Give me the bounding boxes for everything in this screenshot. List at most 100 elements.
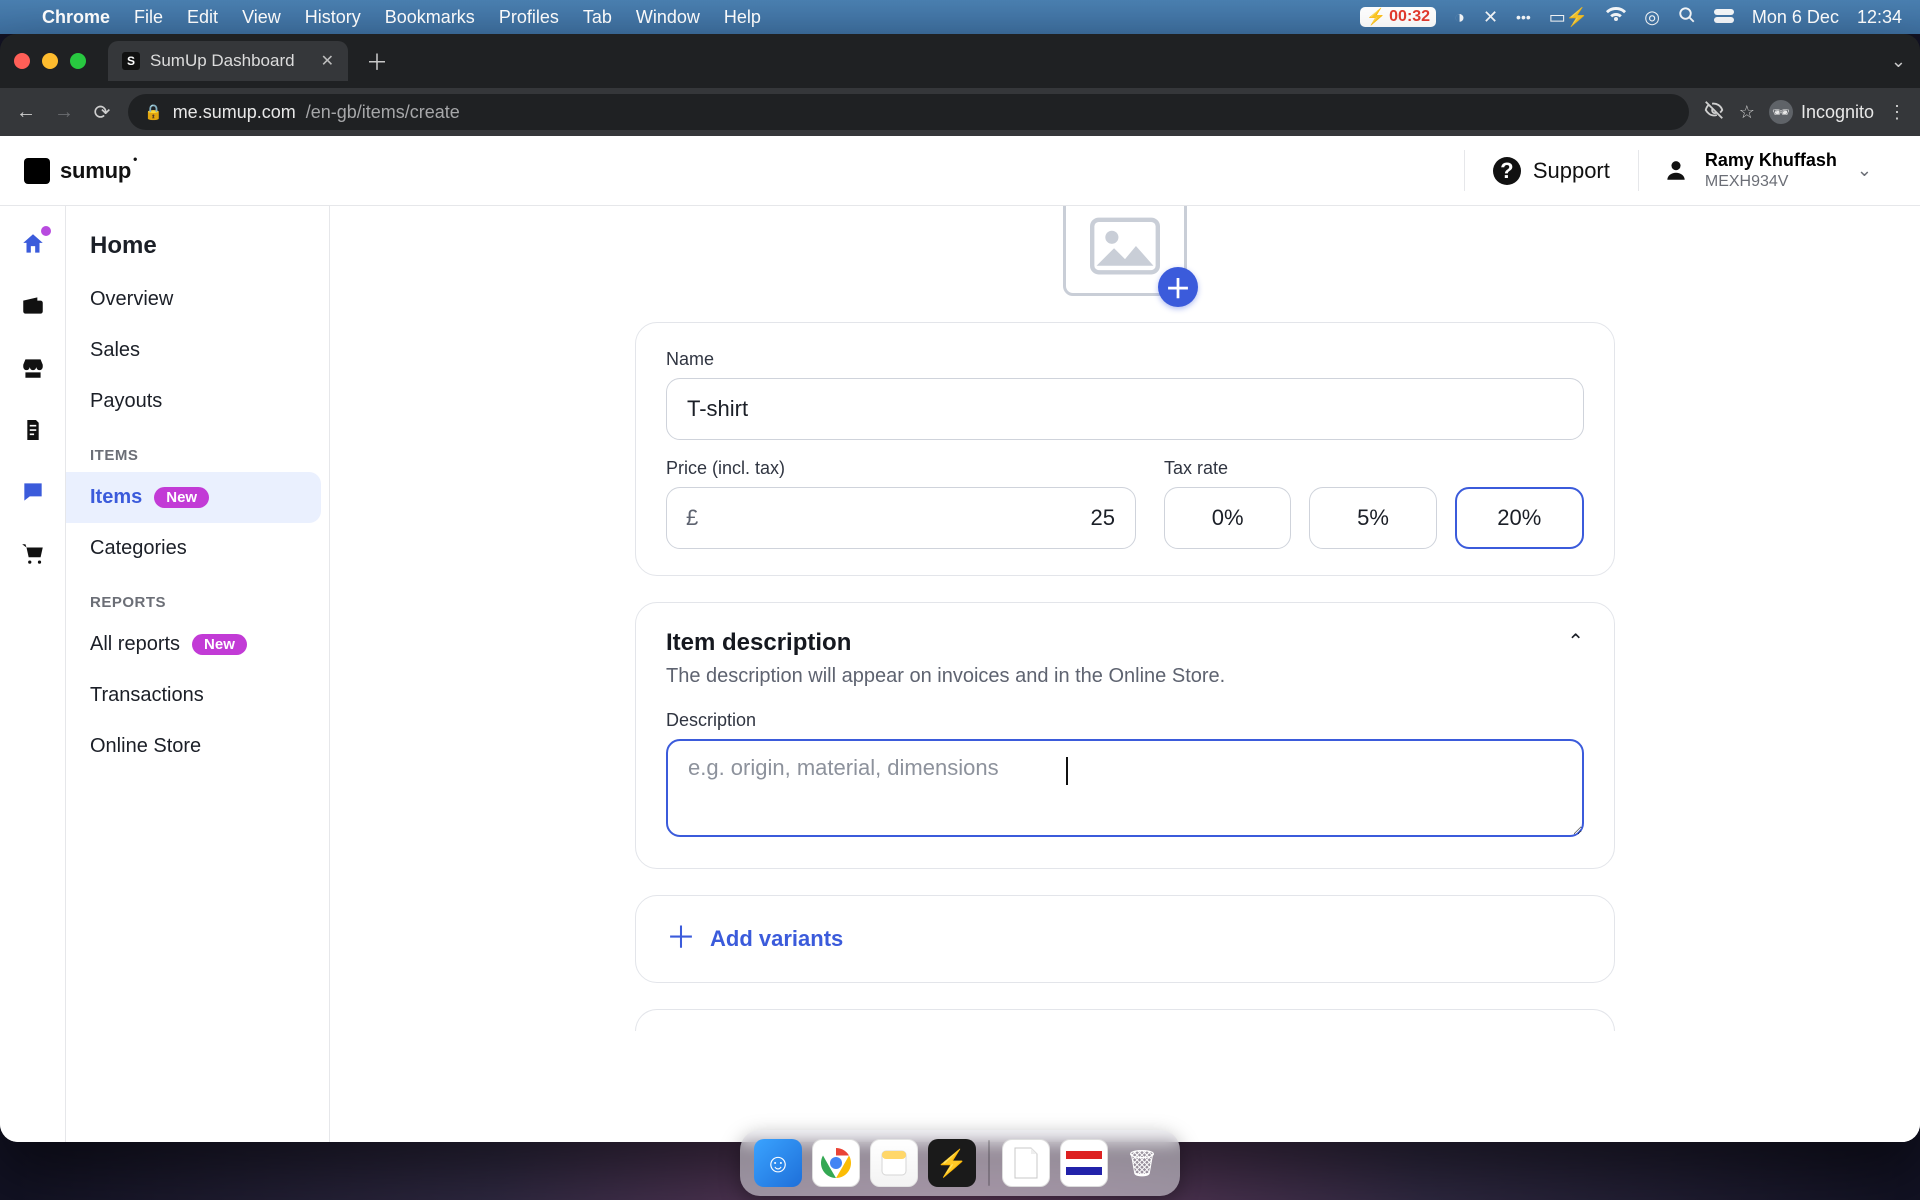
price-input[interactable] <box>666 487 1136 549</box>
omnibar: ← → ⟳ 🔒 me.sumup.com/en-gb/items/create … <box>0 88 1920 136</box>
collapse-toggle[interactable]: ⌃ <box>1567 629 1584 654</box>
status-tools-icon[interactable]: ✕ <box>1483 7 1498 28</box>
add-image-button[interactable]: ＋ <box>1158 267 1198 307</box>
dock-chrome-icon[interactable] <box>812 1139 860 1187</box>
status-battery-icon[interactable]: ▭⚡ <box>1549 7 1588 28</box>
menu-tab[interactable]: Tab <box>583 7 612 28</box>
next-card-peek <box>635 1009 1615 1031</box>
rail-cart-icon[interactable] <box>19 540 47 568</box>
sidebar-group-reports: REPORTS <box>66 574 329 619</box>
menu-view[interactable]: View <box>242 7 281 28</box>
name-label: Name <box>666 349 1584 370</box>
browser-menu-icon[interactable]: ⋮ <box>1888 102 1906 123</box>
url-host: me.sumup.com <box>173 102 296 123</box>
url-path: /en-gb/items/create <box>306 102 460 123</box>
wifi-icon[interactable] <box>1606 7 1626 28</box>
menu-edit[interactable]: Edit <box>187 7 218 28</box>
menu-history[interactable]: History <box>305 7 361 28</box>
battery-time: 00:32 <box>1389 8 1430 26</box>
menubar-date[interactable]: Mon 6 Dec <box>1752 7 1839 28</box>
menu-profiles[interactable]: Profiles <box>499 7 559 28</box>
tax-option-label: 20% <box>1497 505 1541 531</box>
rail-store-icon[interactable] <box>19 354 47 382</box>
mac-dock: ☺ ⚡ 🗑 <box>740 1130 1180 1196</box>
eye-off-icon[interactable] <box>1703 99 1725 126</box>
sidebar-overview[interactable]: Overview <box>66 274 329 325</box>
window-minimize-button[interactable] <box>42 53 58 69</box>
brand-logo[interactable]: sumup• <box>24 158 135 184</box>
rail-home-icon[interactable] <box>19 230 47 258</box>
description-label: Description <box>666 710 1584 731</box>
new-tab-button[interactable]: ＋ <box>360 45 394 77</box>
person-icon <box>1663 157 1691 185</box>
sidebar-all-reports[interactable]: All reports New <box>66 619 329 670</box>
app-header: sumup• ? Support Ramy Khuffash MEXH934V <box>0 136 1920 206</box>
account-code: MEXH934V <box>1705 172 1837 191</box>
image-placeholder[interactable]: ＋ <box>1063 206 1187 296</box>
tax-option-0[interactable]: 0% <box>1164 487 1291 549</box>
account-menu[interactable]: Ramy Khuffash MEXH934V ⌄ <box>1639 150 1896 191</box>
browser-tab[interactable]: S SumUp Dashboard ✕ <box>108 41 348 81</box>
tax-option-20[interactable]: 20% <box>1455 487 1584 549</box>
browser-window: S SumUp Dashboard ✕ ＋ ⌄ ← → ⟳ 🔒 me.sumup… <box>0 34 1920 1142</box>
tabstrip: S SumUp Dashboard ✕ ＋ ⌄ <box>0 34 1920 88</box>
menu-file[interactable]: File <box>134 7 163 28</box>
chevron-down-icon: ⌄ <box>1857 160 1872 181</box>
sidebar-item-label: Payouts <box>90 390 162 413</box>
sidebar-online-store[interactable]: Online Store <box>66 721 329 772</box>
tab-favicon-icon: S <box>122 52 140 70</box>
bookmark-star-icon[interactable]: ☆ <box>1739 102 1755 123</box>
sidebar-item-label: Sales <box>90 339 140 362</box>
main-content: ＋ Name Price (incl. tax) £ <box>330 206 1920 1142</box>
rail-invoice-icon[interactable] <box>19 416 47 444</box>
price-label: Price (incl. tax) <box>666 458 1136 479</box>
description-textarea[interactable] <box>666 739 1584 837</box>
dock-notes-icon[interactable] <box>870 1139 918 1187</box>
new-badge: New <box>192 634 247 655</box>
menubar-app-name[interactable]: Chrome <box>42 7 110 28</box>
sidebar-nav: Home Overview Sales Payouts ITEMS Items … <box>66 206 330 1142</box>
menu-help[interactable]: Help <box>724 7 761 28</box>
incognito-indicator[interactable]: 🕶 Incognito <box>1769 100 1874 124</box>
support-button[interactable]: ? Support <box>1465 150 1638 191</box>
dock-flag-icon[interactable] <box>1060 1139 1108 1187</box>
name-input[interactable] <box>666 378 1584 440</box>
sidebar-home[interactable]: Home <box>66 226 329 274</box>
status-circle-icon[interactable]: ◑ <box>1454 7 1465 28</box>
sidebar-categories[interactable]: Categories <box>66 523 329 574</box>
dock-document-icon[interactable] <box>1002 1139 1050 1187</box>
status-user-icon[interactable]: ◎ <box>1644 7 1660 28</box>
rail-chat-icon[interactable] <box>19 478 47 506</box>
icon-rail <box>0 206 66 1142</box>
window-zoom-button[interactable] <box>70 53 86 69</box>
spotlight-icon[interactable] <box>1678 6 1696 29</box>
window-close-button[interactable] <box>14 53 30 69</box>
dock-app-icon[interactable]: ⚡ <box>928 1139 976 1187</box>
menu-window[interactable]: Window <box>636 7 700 28</box>
sidebar-sales[interactable]: Sales <box>66 325 329 376</box>
add-variants-button[interactable]: ＋ Add variants <box>635 895 1615 983</box>
account-name: Ramy Khuffash <box>1705 150 1837 172</box>
sidebar-transactions[interactable]: Transactions <box>66 670 329 721</box>
menubar-clock[interactable]: 12:34 <box>1857 7 1902 28</box>
nav-reload-button[interactable]: ⟳ <box>90 100 114 125</box>
tax-option-5[interactable]: 5% <box>1309 487 1436 549</box>
incognito-icon: 🕶 <box>1769 100 1793 124</box>
mac-menubar: Chrome File Edit View History Bookmarks … <box>0 0 1920 34</box>
tabstrip-overflow-icon[interactable]: ⌄ <box>1891 51 1906 72</box>
control-center-icon[interactable] <box>1714 7 1734 28</box>
tax-option-label: 0% <box>1212 505 1244 531</box>
rail-wallet-icon[interactable] <box>19 292 47 320</box>
nav-back-button[interactable]: ← <box>14 101 38 124</box>
sidebar-home-label: Home <box>90 232 157 260</box>
dock-trash-icon[interactable]: 🗑 <box>1118 1139 1166 1187</box>
sidebar-payouts[interactable]: Payouts <box>66 376 329 427</box>
page-viewport: sumup• ? Support Ramy Khuffash MEXH934V <box>0 136 1920 1142</box>
dock-finder-icon[interactable]: ☺ <box>754 1139 802 1187</box>
battery-status[interactable]: ⚡ 00:32 <box>1360 7 1436 27</box>
tab-close-icon[interactable]: ✕ <box>321 51 334 71</box>
address-bar[interactable]: 🔒 me.sumup.com/en-gb/items/create <box>128 94 1689 130</box>
sidebar-items[interactable]: Items New <box>66 472 321 523</box>
status-dots-icon[interactable]: ••• <box>1516 9 1531 25</box>
menu-bookmarks[interactable]: Bookmarks <box>385 7 475 28</box>
